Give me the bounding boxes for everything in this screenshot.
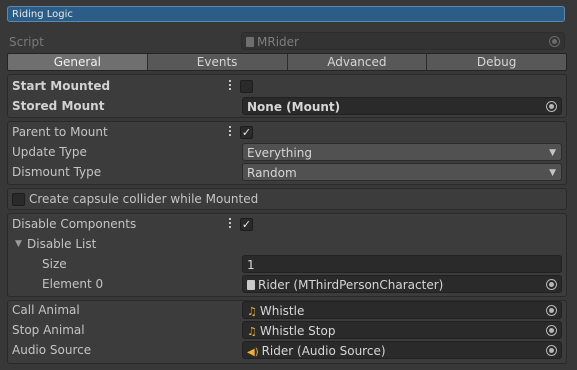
script-file-icon [246, 37, 254, 47]
stored-mount-field[interactable]: None (Mount) [242, 97, 562, 115]
disable-list-row[interactable]: ▼ Disable List [0, 234, 577, 254]
kebab-menu-icon[interactable] [228, 218, 232, 230]
stop-animal-field[interactable]: ♫ Whistle Stop [242, 321, 562, 339]
dismount-type-label: Dismount Type [12, 165, 102, 179]
audio-source-value: Rider (Audio Source) [261, 344, 386, 358]
foldout-arrow-icon[interactable]: ▼ [15, 234, 22, 254]
capsule-label: Create capsule collider while Mounted [29, 192, 259, 206]
update-type-label: Update Type [12, 145, 87, 159]
dismount-type-value: Random [247, 166, 297, 180]
update-type-dropdown[interactable]: Everything ▼ [242, 143, 562, 161]
start-mounted-label: Start Mounted [12, 79, 111, 93]
stored-mount-row: Stored Mount None (Mount) [0, 96, 577, 116]
call-animal-value: Whistle [259, 304, 305, 318]
size-value: 1 [247, 258, 255, 272]
kebab-menu-icon[interactable] [228, 80, 232, 92]
audio-clip-icon: ♫ [247, 325, 257, 338]
object-picker-icon[interactable] [546, 305, 557, 316]
script-field: MRider [241, 32, 565, 50]
element-label: Element 0 [42, 277, 104, 291]
script-file-icon [247, 280, 255, 290]
start-mounted-checkbox[interactable] [240, 80, 253, 93]
element-field[interactable]: Rider (MThirdPersonCharacter) [242, 275, 562, 293]
stored-mount-label: Stored Mount [12, 99, 105, 113]
object-picker-icon[interactable] [546, 345, 557, 356]
chevron-down-icon: ▼ [549, 148, 556, 158]
audio-source-label: Audio Source [12, 343, 92, 357]
audio-source-row: Audio Source ◀) Rider (Audio Source) [0, 340, 577, 360]
call-animal-row: Call Animal ♫ Whistle [0, 300, 577, 320]
size-label: Size [42, 257, 67, 271]
audio-clip-icon: ♫ [247, 305, 257, 318]
stored-mount-value: None (Mount) [247, 100, 341, 114]
start-mounted-row: Start Mounted [0, 76, 577, 96]
tab-debug[interactable]: Debug [427, 54, 566, 70]
call-animal-field[interactable]: ♫ Whistle [242, 301, 562, 319]
tab-bar: General Events Advanced Debug [7, 53, 567, 71]
call-animal-label: Call Animal [12, 303, 80, 317]
script-value: MRider [257, 35, 299, 49]
element-value: Rider (MThirdPersonCharacter) [258, 278, 444, 292]
parent-to-mount-label: Parent to Mount [12, 125, 108, 139]
update-type-value: Everything [247, 146, 312, 160]
component-title-bar[interactable]: Riding Logic [7, 6, 565, 22]
object-picker-icon[interactable] [546, 279, 557, 290]
element-row: Element 0 Rider (MThirdPersonCharacter) [0, 274, 577, 294]
disable-components-label: Disable Components [12, 217, 137, 231]
speaker-icon: ◀) [247, 347, 259, 358]
object-picker-icon[interactable] [546, 101, 557, 112]
update-type-row: Update Type Everything ▼ [0, 142, 577, 162]
stop-animal-value: Whistle Stop [259, 324, 336, 338]
dismount-type-row: Dismount Type Random ▼ [0, 162, 577, 182]
disable-components-row: Disable Components ✓ [0, 214, 577, 234]
stop-animal-row: Stop Animal ♫ Whistle Stop [0, 320, 577, 340]
disable-components-checkbox[interactable]: ✓ [240, 218, 253, 231]
script-label: Script [9, 35, 44, 49]
tab-general[interactable]: General [8, 54, 148, 70]
kebab-menu-icon[interactable] [228, 126, 232, 138]
object-picker-icon [549, 36, 560, 47]
capsule-checkbox[interactable] [12, 193, 25, 206]
audio-source-field[interactable]: ◀) Rider (Audio Source) [242, 341, 562, 359]
stop-animal-label: Stop Animal [12, 323, 85, 337]
parent-to-mount-checkbox[interactable]: ✓ [240, 126, 253, 139]
tab-events[interactable]: Events [147, 54, 288, 70]
parent-to-mount-row: Parent to Mount ✓ [0, 122, 577, 142]
dismount-type-dropdown[interactable]: Random ▼ [242, 163, 562, 181]
object-picker-icon[interactable] [546, 325, 557, 336]
chevron-down-icon: ▼ [549, 168, 556, 178]
size-field[interactable]: 1 [242, 255, 562, 273]
size-row: Size 1 [0, 254, 577, 274]
disable-list-label[interactable]: Disable List [27, 234, 96, 254]
capsule-row: Create capsule collider while Mounted [0, 189, 577, 209]
script-row: Script MRider [0, 32, 577, 52]
tab-advanced[interactable]: Advanced [287, 54, 428, 70]
